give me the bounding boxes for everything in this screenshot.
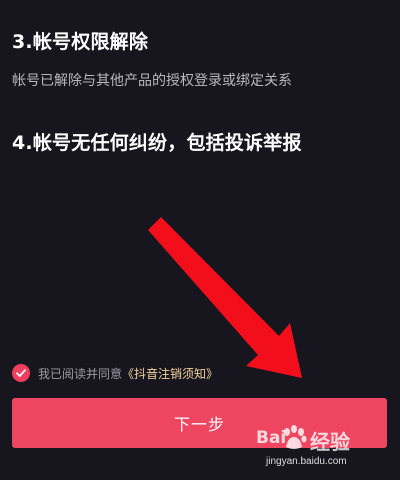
- condition-3-title: 3.帐号权限解除: [12, 31, 149, 53]
- agreement-row: 我已阅读并同意 《抖音注销须知》: [12, 362, 218, 384]
- agreement-text: 我已阅读并同意: [38, 366, 123, 381]
- watermark-url: jingyan.baidu.com: [266, 456, 347, 467]
- cancel-notice-link[interactable]: 《抖音注销须知》: [122, 365, 218, 382]
- condition-4-title: 4.帐号无任何纠纷，包括投诉举报: [12, 132, 302, 154]
- agreement-checkbox[interactable]: [12, 364, 30, 382]
- condition-3-description: 帐号已解除与其他产品的授权登录或绑定关系: [12, 73, 292, 89]
- next-step-button[interactable]: 下一步: [12, 398, 387, 448]
- checkmark-icon: [16, 369, 26, 377]
- account-cancel-screen: 3.帐号权限解除 帐号已解除与其他产品的授权登录或绑定关系 4.帐号无任何纠纷，…: [0, 0, 400, 480]
